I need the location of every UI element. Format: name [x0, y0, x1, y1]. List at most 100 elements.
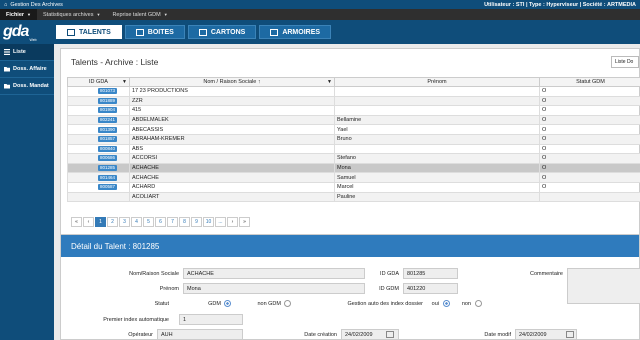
- operateur-field[interactable]: AUH: [157, 329, 243, 340]
- table-header-row: ID GDA ▼ Nom / Raison Sociale ↑ ▼ Prénom…: [67, 77, 640, 87]
- id-badge[interactable]: 800686: [98, 155, 118, 162]
- id-badge[interactable]: 802241: [98, 117, 118, 124]
- pager-page-button[interactable]: 10: [203, 217, 214, 227]
- cell-prenom: Stefano: [334, 153, 540, 164]
- column-header-statut[interactable]: Statut GDM: [539, 77, 640, 87]
- tab-boites[interactable]: BOITES: [124, 25, 185, 39]
- cell-prenom: Yael: [334, 124, 540, 135]
- column-header-id[interactable]: ID GDA ▼: [67, 77, 130, 87]
- table-row[interactable]: 802241 ABDELMALEK Bellamine O: [67, 114, 640, 126]
- cell-statut: O: [539, 143, 640, 155]
- premier-index-field[interactable]: 1: [179, 314, 243, 325]
- cell-nom: ACHACHE: [129, 172, 335, 183]
- table-row[interactable]: 800686 ACCORSI Stefano O: [67, 153, 640, 164]
- pager-prev-button[interactable]: ‹: [83, 217, 94, 227]
- caret-down-icon: ▼: [27, 12, 32, 17]
- cell-id-gda: 801285: [67, 162, 130, 174]
- pager-page-button[interactable]: 6: [155, 217, 166, 227]
- table-row[interactable]: 801857 ABRAHAM-KREMER Bruno O: [67, 133, 640, 145]
- table-row[interactable]: 801464 ACHACHE Samuel O: [67, 172, 640, 183]
- home-icon[interactable]: ⌂: [4, 2, 7, 8]
- pager-next-button[interactable]: ›: [227, 217, 238, 227]
- id-badge[interactable]: 801390: [98, 126, 118, 133]
- idgdm-label: ID GDM: [379, 286, 399, 292]
- column-header-nom[interactable]: Nom / Raison Sociale ↑ ▼: [129, 77, 335, 87]
- pager-page-button[interactable]: 5: [143, 217, 154, 227]
- statut-non-gdm-radio[interactable]: [284, 300, 291, 307]
- pager-page-button[interactable]: 4: [131, 217, 142, 227]
- idgda-field[interactable]: 801285: [403, 268, 458, 279]
- cell-prenom: Mona: [334, 162, 540, 174]
- app-title: Gestion Des Archives: [10, 1, 63, 8]
- pager-page-button[interactable]: 9: [191, 217, 202, 227]
- id-badge[interactable]: 801857: [98, 136, 118, 143]
- sidebar-item-doss-affaire[interactable]: Doss. Affaire: [0, 61, 54, 78]
- nom-field[interactable]: ACHACHE: [183, 268, 365, 279]
- pager-page-button[interactable]: 1: [95, 217, 106, 227]
- id-badge[interactable]: 801889: [98, 97, 118, 104]
- tab-talents[interactable]: TALENTS: [56, 25, 122, 39]
- tab-cartons[interactable]: CARTONS: [187, 25, 257, 39]
- id-badge[interactable]: 800840: [98, 145, 118, 152]
- pager-page-button[interactable]: ...: [215, 217, 226, 227]
- card-icon: [67, 28, 75, 36]
- id-badge[interactable]: 801073: [98, 88, 118, 95]
- pager-page-button[interactable]: 8: [179, 217, 190, 227]
- cell-statut: [539, 191, 640, 203]
- table-row[interactable]: 801904 415 O: [67, 105, 640, 116]
- pager-page-button[interactable]: 3: [119, 217, 130, 227]
- cell-nom: ZZR: [129, 95, 335, 107]
- folder-icon: [4, 67, 10, 72]
- pager-page-button[interactable]: 7: [167, 217, 178, 227]
- tab-armoires[interactable]: ARMOIRES: [259, 25, 332, 39]
- menu-reprise[interactable]: Reprise talent GDM ▼: [106, 9, 173, 20]
- cell-nom: ACCORSI: [129, 153, 335, 164]
- cell-id-gda: 801390: [67, 124, 130, 135]
- id-badge[interactable]: 801464: [98, 174, 118, 181]
- cell-prenom: [334, 95, 540, 107]
- filter-icon[interactable]: ▼: [327, 79, 332, 85]
- cell-statut: O: [539, 133, 640, 145]
- calendar-icon[interactable]: [386, 331, 394, 338]
- nom-label: Nom/Raison Sociale: [129, 271, 179, 277]
- id-badge[interactable]: 800587: [98, 184, 118, 191]
- table-row[interactable]: 801285 ACHACHE Mona O: [67, 162, 640, 174]
- cell-nom: ABRAHAM-KREMER: [129, 133, 335, 145]
- menu-statistiques[interactable]: Statistiques archives ▼: [37, 9, 106, 20]
- prenom-field[interactable]: Mona: [183, 283, 365, 294]
- gestion-oui-radio[interactable]: [443, 300, 450, 307]
- gestion-oui-label: oui: [431, 301, 439, 307]
- caret-down-icon: ▼: [96, 12, 101, 17]
- id-badge[interactable]: 801904: [98, 107, 118, 114]
- table-row[interactable]: 801889 ZZR O: [67, 95, 640, 107]
- menu-fichier[interactable]: Fichier ▼: [0, 9, 38, 20]
- cell-id-gda: 800587: [67, 181, 130, 193]
- list-icon: [4, 49, 10, 55]
- id-badge[interactable]: 801285: [98, 165, 118, 172]
- statut-non-gdm-label: non GDM: [257, 301, 281, 307]
- calendar-icon[interactable]: [566, 331, 574, 338]
- table-row[interactable]: 800587 ACHARD Marcel O: [67, 181, 640, 193]
- sidebar-item-liste[interactable]: Liste: [0, 44, 54, 61]
- table-row[interactable]: 800840 ABS O: [67, 143, 640, 155]
- folder-icon: [198, 28, 207, 36]
- sidebar: gda Web Liste Doss. Affaire Doss. Mandat: [0, 20, 54, 340]
- pager-page-button[interactable]: 2: [107, 217, 118, 227]
- gestion-non-radio[interactable]: [475, 300, 482, 307]
- table-row[interactable]: ACOLIART Pauline: [67, 191, 640, 203]
- liste-docs-button[interactable]: Liste Do: [611, 56, 639, 68]
- filter-icon[interactable]: ▼: [122, 79, 127, 85]
- cell-nom: 17 23 PRODUCTIONS: [129, 86, 335, 97]
- statut-gdm-radio[interactable]: [224, 300, 231, 307]
- commentaire-label: Commentaire: [529, 271, 563, 277]
- idgdm-field[interactable]: 401220: [403, 283, 458, 294]
- column-header-prenom[interactable]: Prénom: [334, 77, 540, 87]
- tabs-bar: TALENTS BOITES CARTONS ARMOIRES: [54, 20, 640, 44]
- cell-statut: O: [539, 124, 640, 135]
- table-row[interactable]: 801390 ABECASSIS Yael O: [67, 124, 640, 135]
- table-row[interactable]: 801073 17 23 PRODUCTIONS O: [67, 86, 640, 97]
- commentaire-field[interactable]: [567, 268, 640, 304]
- pager-last-button[interactable]: »: [239, 217, 250, 227]
- pager-first-button[interactable]: «: [71, 217, 82, 227]
- sidebar-item-doss-mandat[interactable]: Doss. Mandat: [0, 78, 54, 95]
